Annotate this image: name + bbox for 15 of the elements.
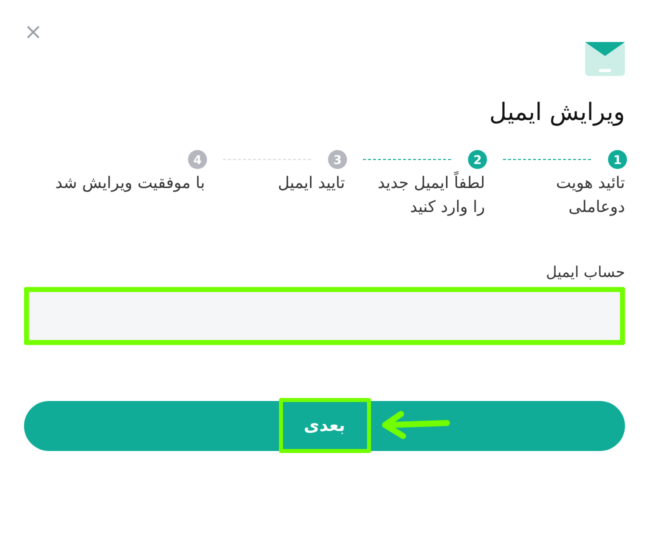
step-number: 2 xyxy=(468,150,487,169)
next-button[interactable]: بعدی xyxy=(24,401,625,451)
email-field[interactable] xyxy=(24,287,625,345)
step-number: 1 xyxy=(608,150,627,169)
step-label: با موفقیت ویرایش شد xyxy=(55,172,205,194)
step-number: 3 xyxy=(328,150,347,169)
step-label: تائید هویت دوعاملی xyxy=(555,172,625,218)
arrow-icon xyxy=(379,410,451,440)
step-label: تایید ایمیل xyxy=(278,172,345,194)
close-button[interactable]: × xyxy=(24,22,42,44)
step-number: 4 xyxy=(188,150,207,169)
field-label: حساب ایمیل xyxy=(544,263,625,281)
dialog-title: ویرایش ایمیل xyxy=(489,98,625,126)
step-label: لطفاً ایمیل جدید را وارد کنید xyxy=(376,171,485,218)
envelope-icon xyxy=(585,42,625,76)
